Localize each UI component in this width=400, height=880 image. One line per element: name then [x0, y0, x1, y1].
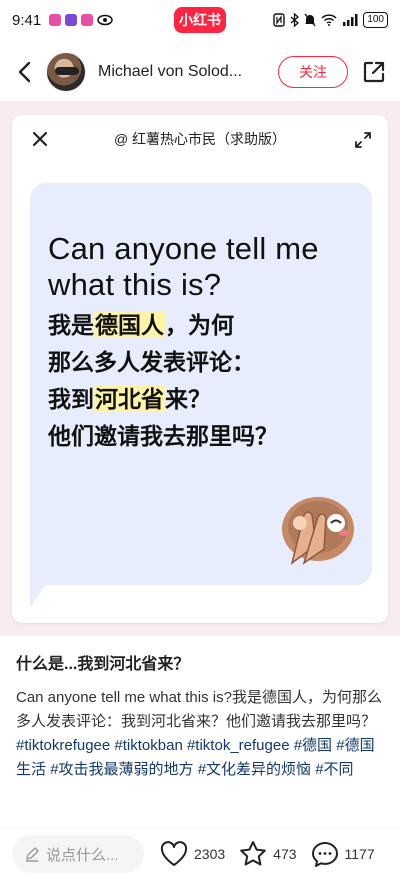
- hashtag-link[interactable]: #tiktokban: [114, 737, 182, 754]
- bubble-zh-line-3: 我到河北省来？: [48, 386, 211, 412]
- bubble-zh-line-4: 他们邀请我去那里吗？: [48, 423, 278, 449]
- note-header: Michael von Solod... 关注: [0, 44, 400, 100]
- note-title: 什么是...我到河北省来？: [16, 656, 190, 673]
- expand-icon: [355, 132, 371, 148]
- note-image[interactable]: @ 红薯热心市民（求助版） Can anyone tell me what th…: [0, 101, 400, 636]
- status-indicators: 100: [273, 12, 388, 28]
- author-avatar[interactable]: [46, 52, 86, 92]
- bubble-zh-line-1: 我是德国人，为何: [48, 312, 234, 338]
- comment-count: 1177: [344, 846, 375, 862]
- notification-icon: [65, 14, 78, 26]
- face-with-hands-icon: [282, 497, 354, 565]
- screenshot-card: @ 红薯热心市民（求助版） Can anyone tell me what th…: [12, 115, 388, 623]
- star-icon: [240, 841, 266, 866]
- hashtag-link[interactable]: #不同: [315, 761, 353, 778]
- hashtag-link[interactable]: #德国: [294, 737, 332, 754]
- back-button[interactable]: [12, 57, 36, 87]
- bottom-action-bar: 说点什么... 2303 473 1177: [0, 828, 400, 880]
- hashtag-link[interactable]: #文化差异的烦恼: [198, 761, 311, 778]
- nfc-icon: [273, 13, 286, 27]
- heart-icon: [160, 841, 188, 866]
- share-icon: [363, 61, 385, 83]
- note-content: 什么是...我到河北省来？ Can anyone tell me what th…: [16, 650, 386, 782]
- bubble-zh-line-2: 那么多人发表评论：: [48, 349, 255, 375]
- eye-icon: [97, 14, 113, 26]
- like-count: 2303: [194, 846, 226, 862]
- collect-button[interactable]: 473: [239, 840, 297, 868]
- hashtag-link[interactable]: #攻击我最薄弱的地方: [50, 761, 193, 778]
- signal-icon: [343, 14, 358, 26]
- note-body: Can anyone tell me what this is?我是德国人，为何…: [16, 686, 386, 782]
- pencil-icon: [26, 847, 39, 862]
- status-bar: 9:41 小红书 100: [0, 0, 400, 40]
- highlight: 河北省: [94, 386, 165, 412]
- bubble-english-text: Can anyone tell me what this is?: [48, 231, 319, 302]
- chevron-left-icon: [18, 61, 31, 83]
- share-button[interactable]: [360, 58, 388, 86]
- hashtag-link[interactable]: #tiktok_refugee: [187, 737, 290, 754]
- notification-icon: [81, 14, 94, 26]
- note-body-text: Can anyone tell me what this is?我是德国人，为何…: [16, 689, 382, 730]
- app-logo-pill: 小红书: [174, 7, 226, 33]
- hashtag-link[interactable]: #tiktokrefugee: [16, 737, 110, 754]
- author-name[interactable]: Michael von Solod...: [98, 63, 268, 81]
- card-title: @ 红薯热心市民（求助版）: [113, 131, 287, 147]
- bluetooth-icon: [290, 13, 300, 27]
- bubble-text: Can anyone tell me what this is? 我是德国人，为…: [48, 231, 358, 455]
- note-detail-page: 9:41 小红书 100 Michael von Solod... 关注 @ 红: [0, 0, 400, 880]
- chat-bubble: Can anyone tell me what this is? 我是德国人，为…: [30, 183, 372, 585]
- bubble-chinese-text: 我是德国人，为何 那么多人发表评论： 我到河北省来？ 他们邀请我去那里吗？: [48, 307, 358, 455]
- status-time: 9:41: [12, 11, 42, 29]
- comment-bubble-icon: [311, 842, 338, 867]
- comment-button[interactable]: 1177: [311, 840, 375, 868]
- wifi-icon: [321, 14, 337, 26]
- highlight: 德国人: [94, 312, 165, 338]
- collect-count: 473: [273, 846, 297, 862]
- comment-input[interactable]: 说点什么...: [12, 835, 144, 873]
- like-button[interactable]: 2303: [160, 841, 225, 867]
- comment-placeholder: 说点什么...: [46, 846, 119, 864]
- notification-icon: [49, 14, 62, 26]
- follow-button[interactable]: 关注: [278, 56, 348, 88]
- battery-indicator: 100: [363, 12, 388, 28]
- mute-icon: [304, 13, 316, 27]
